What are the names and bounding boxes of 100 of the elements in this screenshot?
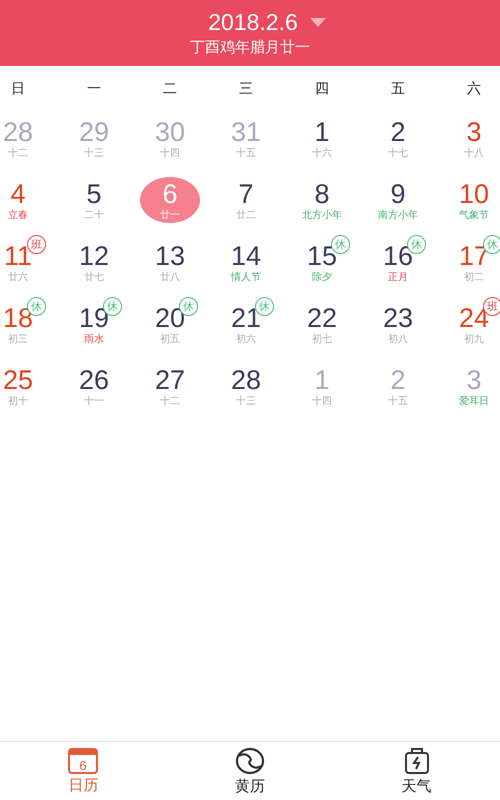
- day-number: 10: [458, 179, 490, 209]
- day-number: 1: [314, 117, 330, 147]
- holiday-badge: 班: [27, 235, 46, 254]
- day-number: 9: [390, 179, 406, 209]
- day-cell[interactable]: 5 二十: [56, 170, 132, 232]
- lunar-day: 初五: [160, 333, 180, 347]
- day-cell[interactable]: 3 十八: [436, 108, 500, 170]
- weekday-label: 五: [391, 80, 405, 99]
- day-cell[interactable]: 4 立春: [0, 170, 56, 232]
- weekday-label: 一: [87, 80, 101, 99]
- day-cell[interactable]: 26 十一: [56, 356, 132, 418]
- lunar-day: 二十: [84, 209, 104, 223]
- lunar-day: 初八: [388, 333, 408, 347]
- lunar-day: 十六: [312, 147, 332, 161]
- day-number: 3: [466, 117, 482, 147]
- day-number: 8: [314, 179, 330, 209]
- lunar-day: 除夕: [312, 271, 332, 285]
- day-number: 28: [2, 117, 34, 147]
- lunar-day: 十七: [388, 147, 408, 161]
- weekday-label: 六: [467, 80, 481, 99]
- weekday-label: 日: [11, 80, 25, 99]
- lunar-date: 丁酉鸡年腊月廿一: [190, 38, 310, 57]
- lunar-day: 十五: [236, 147, 256, 161]
- calendar-icon: 6: [68, 748, 98, 774]
- day-cell[interactable]: 21 初六 休: [208, 294, 284, 356]
- holiday-badge: 休: [331, 235, 350, 254]
- yin-yang-icon: [234, 746, 265, 774]
- lunar-day: 十四: [312, 395, 332, 409]
- lunar-day: 十五: [388, 395, 408, 409]
- day-number: 5: [86, 179, 102, 209]
- day-cell[interactable]: 27 十二: [132, 356, 208, 418]
- lunar-day: 北方小年: [302, 209, 342, 223]
- weekday-label: 四: [315, 80, 329, 99]
- day-number: 14: [230, 241, 262, 271]
- lunar-day: 廿六: [8, 271, 28, 285]
- nav-tab[interactable]: 6 日历: [0, 742, 167, 800]
- battery-bolt-icon: [404, 746, 430, 774]
- day-number: 28: [230, 365, 262, 395]
- day-number: 26: [78, 365, 110, 395]
- day-number: 30: [154, 117, 186, 147]
- day-number: 27: [154, 365, 186, 395]
- dropdown-caret-icon[interactable]: [310, 18, 326, 27]
- day-cell[interactable]: 12 廿七: [56, 232, 132, 294]
- day-number: 25: [2, 365, 34, 395]
- day-cell[interactable]: 13 廿八: [132, 232, 208, 294]
- lunar-day: 十三: [84, 147, 104, 161]
- lunar-day: 情人节: [231, 271, 261, 285]
- day-number: 12: [78, 241, 110, 271]
- lunar-day: 初六: [236, 333, 256, 347]
- lunar-day: 十一: [84, 395, 104, 409]
- day-number: 7: [238, 179, 254, 209]
- lunar-day: 初十: [8, 395, 28, 409]
- day-cell[interactable]: 11 廿六 班: [0, 232, 56, 294]
- day-number: 31: [230, 117, 262, 147]
- day-cell[interactable]: 10 气象节: [436, 170, 500, 232]
- day-number: 23: [382, 303, 414, 333]
- lunar-day: 廿八: [160, 271, 180, 285]
- lunar-day: 初七: [312, 333, 332, 347]
- day-number: 2: [390, 365, 406, 395]
- lunar-day: 初三: [8, 333, 28, 347]
- day-cell[interactable]: 16 正月 休: [360, 232, 436, 294]
- holiday-badge: 休: [255, 297, 274, 316]
- day-cell[interactable]: 22 初七: [284, 294, 360, 356]
- current-date: 2018.2.6: [208, 9, 298, 36]
- lunar-day: 爱耳日: [459, 395, 489, 409]
- day-number: 3: [466, 365, 482, 395]
- day-number: 29: [78, 117, 110, 147]
- weekday-label: 二: [163, 80, 177, 99]
- day-number: 4: [10, 179, 26, 209]
- lunar-day: 十四: [160, 147, 180, 161]
- lunar-day: 十二: [160, 395, 180, 409]
- lunar-day: 十二: [8, 147, 28, 161]
- lunar-day: 十三: [236, 395, 256, 409]
- lunar-day: 十八: [464, 147, 484, 161]
- day-cell[interactable]: 14 情人节: [208, 232, 284, 294]
- day-cell[interactable]: 7 廿二: [208, 170, 284, 232]
- lunar-day: 廿二: [236, 209, 256, 223]
- day-cell[interactable]: 9 南方小年: [360, 170, 436, 232]
- day-cell[interactable]: 1 十六: [284, 108, 360, 170]
- day-cell[interactable]: 15 除夕 休: [284, 232, 360, 294]
- nav-tab[interactable]: 天气: [333, 742, 500, 800]
- lunar-day: 雨水: [84, 333, 104, 347]
- lunar-day: 廿一: [160, 209, 180, 223]
- day-cell[interactable]: 2 十七: [360, 108, 436, 170]
- nav-tab[interactable]: 黄历: [166, 742, 334, 800]
- weekday-label: 三: [239, 80, 253, 99]
- lunar-day: 初二: [464, 271, 484, 285]
- lunar-day: 初九: [464, 333, 484, 347]
- day-cell[interactable]: 23 初八: [360, 294, 436, 356]
- lunar-day: 南方小年: [378, 209, 418, 223]
- day-cell[interactable]: 25 初十: [0, 356, 56, 418]
- lunar-day: 气象节: [459, 209, 489, 223]
- day-number: 13: [154, 241, 186, 271]
- day-cell[interactable]: 8 北方小年: [284, 170, 360, 232]
- day-number: 2: [390, 117, 406, 147]
- day-number: 6: [162, 179, 178, 209]
- day-number: 22: [306, 303, 338, 333]
- lunar-day: 廿七: [84, 271, 104, 285]
- day-cell[interactable]: 28 十三: [208, 356, 284, 418]
- lunar-day: 正月: [388, 271, 408, 285]
